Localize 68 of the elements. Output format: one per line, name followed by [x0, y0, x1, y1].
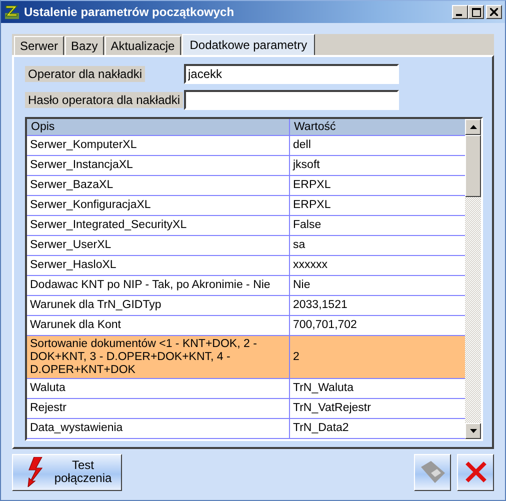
table-row[interactable]: Serwer_Integrated_SecurityXL False [27, 216, 465, 236]
table-cell-text: TrN_Waluta [292, 381, 354, 396]
scroll-up-button[interactable] [465, 119, 481, 135]
column-header[interactable]: Wartość [290, 119, 465, 135]
table-row[interactable]: Waluta TrN_Waluta [27, 379, 465, 399]
table-cell: Warunek dla TrN_GIDTyp [27, 296, 290, 315]
table-cell: Serwer_BazaXL [27, 176, 290, 195]
test-connection-button[interactable]: Test połączenia [12, 454, 122, 490]
table-cell-text: False [292, 218, 322, 233]
table-cell-text: sa [292, 238, 306, 253]
field-label: Hasło operatora dla nakładki [25, 92, 184, 108]
table-row[interactable]: Rejestr TrN_VatRejestr [27, 399, 465, 419]
table-row[interactable]: Sortowanie dokumentów <1 - KNT+DOK, 2 - DOK+KNT, 3 - D.OPER+DOK+KNT, 4 - D.OPER+KNT+DOK 2 [27, 336, 465, 379]
input-field[interactable] [184, 90, 399, 110]
table-cell-text: TrN_VatRejestr [292, 401, 372, 416]
table-row[interactable]: Serwer_InstancjaXL jksoft [27, 156, 465, 176]
table-cell-text: xxxxxx [292, 258, 328, 273]
tab[interactable]: Bazy [65, 36, 104, 55]
maximize-icon [472, 8, 480, 16]
table-row[interactable]: Serwer_BazaXL ERPXL [27, 176, 465, 196]
table-row[interactable]: Serwer_UserXL sa [27, 236, 465, 256]
table-row[interactable]: Serwer_KonfiguracjaXL ERPXL [27, 196, 465, 216]
maximize-button[interactable] [468, 5, 484, 19]
table-row[interactable]: Serwer_KomputerXL dell [27, 136, 465, 156]
table-cell-text: 2033,1521 [292, 298, 348, 313]
close-button[interactable] [486, 5, 502, 19]
minimize-button[interactable] [452, 5, 468, 19]
table-row[interactable]: Serwer_HasloXL xxxxxx [27, 256, 465, 276]
table-row[interactable]: Data_wystawienia TrN_Data2 [27, 419, 465, 439]
table-cell: Serwer_KonfiguracjaXL [27, 196, 290, 215]
table-cell-text: ERPXL [292, 198, 332, 213]
window-title: Ustalenie parametrów początkowych [24, 5, 236, 19]
column-header[interactable]: Opis [27, 119, 290, 135]
table-cell: Waluta [27, 379, 290, 398]
table-cell: Sortowanie dokumentów <1 - KNT+DOK, 2 - DOK+KNT, 3 - D.OPER+DOK+KNT, 4 - D.OPER+KNT+DOK [27, 336, 290, 378]
table-cell-text: ERPXL [292, 178, 332, 193]
up-arrow-icon [470, 125, 476, 129]
scroll-thumb[interactable] [465, 135, 481, 197]
table-row[interactable]: Warunek dla Kont 700,701,702 [27, 316, 465, 336]
close-button[interactable] [457, 454, 494, 490]
close-icon [464, 460, 488, 484]
table-cell: Serwer_HasloXL [27, 256, 290, 275]
table-cell: Warunek dla Kont [27, 316, 290, 335]
table-cell: Data_wystawienia [27, 419, 290, 438]
table-cell: Serwer_InstancjaXL [27, 156, 290, 175]
table-row[interactable]: Dodawac KNT po NIP - Tak, po Akronimie - Nie Nie [27, 276, 465, 296]
table-cell: Serwer_Integrated_SecurityXL [27, 216, 290, 235]
table-cell-text: 2 [292, 350, 300, 364]
table-cell: Serwer_KomputerXL [27, 136, 290, 155]
table-cell-text: TrN_Data2 [292, 421, 350, 436]
table-cell-text: 700,701,702 [292, 318, 358, 333]
down-arrow-icon [470, 429, 476, 433]
input-field[interactable]: jacekk [184, 64, 399, 84]
table-cell: Serwer_UserXL [27, 236, 290, 255]
tab[interactable]: Serwer [14, 36, 64, 55]
tab[interactable]: Aktualizacje [104, 36, 181, 55]
table-row[interactable]: Warunek dla TrN_GIDTyp 2033,1521 [27, 296, 465, 316]
table-cell-text: jksoft [292, 158, 321, 173]
table-cell: Rejestr [27, 399, 290, 418]
app-icon [4, 4, 20, 20]
table-cell-text: dell [292, 138, 312, 153]
field-label: Operator dla nakładki [25, 66, 146, 82]
close-icon [490, 8, 498, 16]
table-cell: Dodawac KNT po NIP - Tak, po Akronimie - Nie [27, 276, 290, 295]
scroll-down-button[interactable] [465, 423, 481, 439]
tab[interactable]: Dodatkowe parametry [182, 34, 316, 55]
scroll-bar[interactable] [465, 119, 481, 439]
table-cell-text: Nie [292, 278, 312, 293]
